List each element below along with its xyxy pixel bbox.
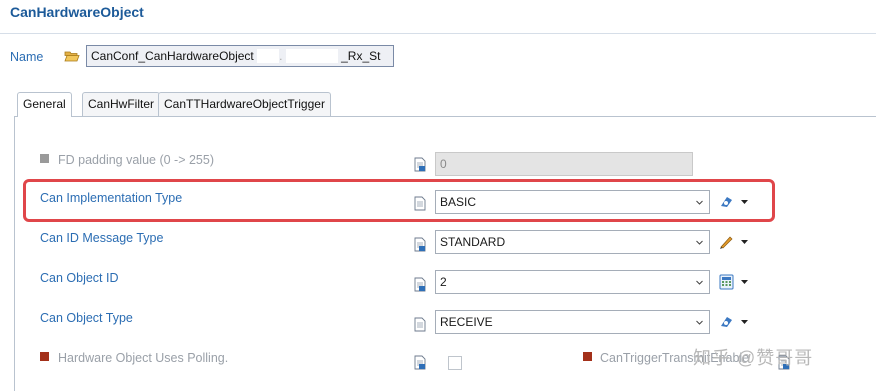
chevron-down-icon [696,200,703,205]
watermark: 知乎 @赞哥哥 [693,348,814,368]
document-icon [414,157,426,172]
gear-arrow-icon[interactable] [718,314,752,330]
document-icon [414,196,426,211]
chevron-down-icon [696,240,703,245]
document-icon [414,355,426,370]
uses-polling-label: Hardware Object Uses Polling. [58,351,229,365]
id-msg-type-label: Can ID Message Type [40,231,164,245]
object-type-label: Can Object Type [40,311,133,325]
gear-arrow-icon[interactable] [718,194,752,210]
document-icon [414,277,426,292]
fd-padding-input: 0 [435,152,693,176]
title-divider [0,33,876,34]
id-msg-type-value: STANDARD [440,235,506,249]
status-square-icon [583,352,592,361]
name-value-prefix: CanConf_CanHardwareObject [91,49,254,63]
tab-cantt-hardware-object-trigger[interactable]: CanTTHardwareObjectTrigger [158,92,331,116]
object-type-select[interactable]: RECEIVE [435,310,710,334]
redacted-segment [285,49,338,63]
status-square-icon [40,154,49,163]
chevron-down-icon [696,280,703,285]
impl-type-label: Can Implementation Type [40,191,183,205]
status-square-icon [40,352,49,361]
impl-type-select[interactable]: BASIC [435,190,710,214]
object-id-select[interactable]: 2 [435,270,710,294]
chevron-down-icon [696,320,703,325]
calculator-icon[interactable] [718,274,752,290]
name-field[interactable]: CanConf_CanHardwareObject . _Rx_St [86,45,394,67]
object-id-label: Can Object ID [40,271,119,285]
object-type-value: RECEIVE [440,315,493,329]
fd-padding-label: FD padding value (0 -> 255) [58,153,214,167]
tab-general[interactable]: General [17,92,72,117]
name-label: Name [10,50,44,64]
document-icon [414,237,426,252]
tab-canhwfilter[interactable]: CanHwFilter [82,92,161,116]
editor-title: CanHardwareObject [10,4,144,20]
name-value-suffix: _Rx_St [341,49,381,63]
uses-polling-checkbox[interactable] [448,356,462,370]
impl-type-value: BASIC [440,195,477,209]
redacted-segment [257,49,280,63]
folder-open-icon[interactable] [64,48,80,64]
id-msg-type-select[interactable]: STANDARD [435,230,710,254]
pencil-icon[interactable] [718,234,752,250]
object-id-value: 2 [440,275,447,289]
document-icon [414,317,426,332]
